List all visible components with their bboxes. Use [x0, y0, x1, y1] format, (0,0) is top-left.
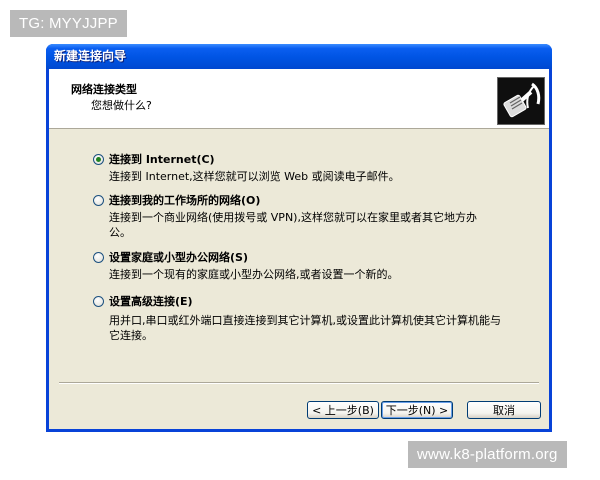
wizard-header: 网络连接类型 您想做什么? [49, 69, 549, 129]
option-description: 连接到 Internet,这样您就可以浏览 Web 或阅读电子邮件。 [109, 170, 400, 183]
radio-connect-internet[interactable] [93, 154, 104, 165]
wizard-client-area: 网络连接类型 您想做什么? 连接到 Internet(C) 连接到 Intern… [49, 69, 549, 429]
header-subtitle: 您想做什么? [91, 99, 152, 112]
option-label[interactable]: 设置家庭或小型办公网络(S) [109, 251, 248, 265]
option-label[interactable]: 设置高级连接(E) [109, 295, 193, 309]
next-button[interactable]: 下一步(N) > [381, 401, 453, 419]
footer-separator [59, 382, 539, 384]
radio-connect-workplace[interactable] [93, 195, 104, 206]
window-title: 新建连接向导 [54, 49, 127, 63]
watermark-top: TG: MYYJJPP [10, 10, 127, 37]
connection-type-options: 连接到 Internet(C) 连接到 Internet,这样您就可以浏览 We… [49, 129, 549, 369]
radio-home-network[interactable] [93, 252, 104, 263]
back-button[interactable]: < 上一步(B) [307, 401, 379, 419]
watermark-bottom: www.k8-platform.org [408, 441, 567, 468]
new-connection-wizard-window: 新建连接向导 网络连接类型 您想做什么? 连接到 Internet(C) 连接到… [46, 44, 552, 432]
option-description: 连接到一个商业网络(使用拨号或 VPN),这样您就可以在家里或者其它地方办公。 [109, 211, 477, 239]
option-description: 连接到一个现有的家庭或小型办公网络,或者设置一个新的。 [109, 268, 399, 281]
title-bar[interactable]: 新建连接向导 [46, 44, 552, 69]
network-cable-icon [497, 77, 545, 125]
cancel-button[interactable]: 取消 [467, 401, 541, 419]
option-label[interactable]: 连接到 Internet(C) [109, 153, 215, 167]
radio-advanced-connection[interactable] [93, 296, 104, 307]
option-description: 用并口,串口或红外端口直接连接到其它计算机,或设置此计算机使其它计算机能与它连接… [109, 314, 501, 342]
header-title: 网络连接类型 [71, 83, 137, 96]
option-label[interactable]: 连接到我的工作场所的网络(O) [109, 194, 260, 208]
